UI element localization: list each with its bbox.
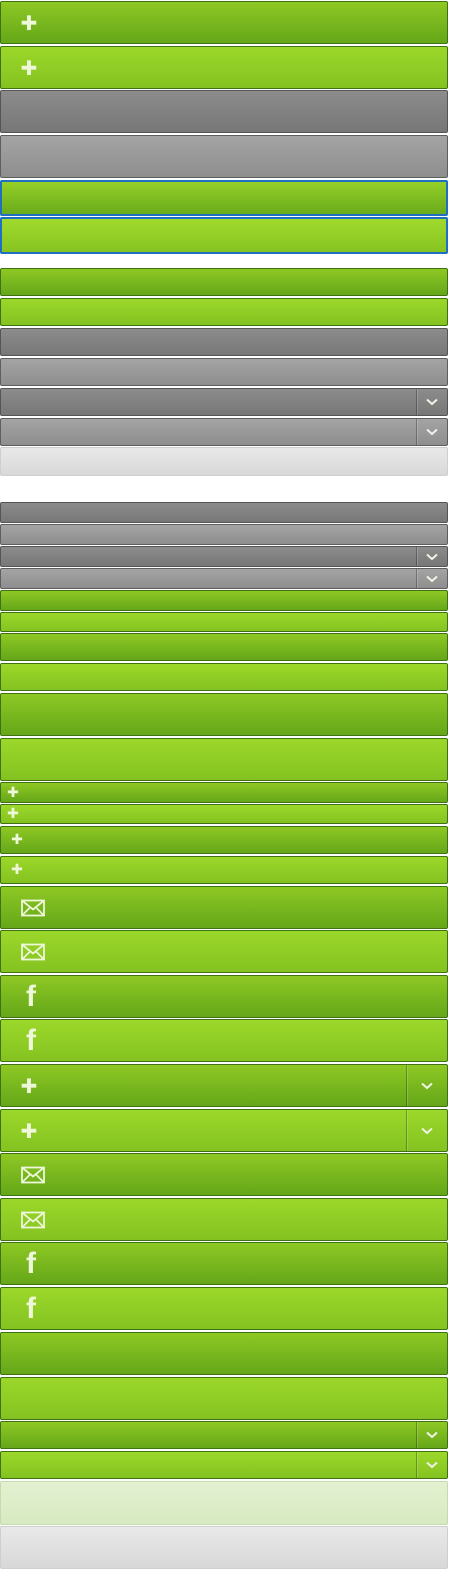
btn-add-mini-1[interactable]: ✚ — [0, 782, 448, 803]
btn-disabled-gray[interactable] — [0, 1526, 448, 1569]
facebook-icon: f — [26, 1246, 36, 1280]
btn-green-large-2[interactable] — [0, 738, 448, 781]
plus-icon: ✚ — [20, 10, 38, 35]
btn-gray-dropdown-2[interactable] — [0, 418, 448, 446]
btn-disabled-1[interactable] — [0, 447, 448, 476]
btn-green-large-1[interactable] — [0, 693, 448, 736]
btn-gray-2[interactable] — [0, 135, 448, 178]
facebook-icon: f — [26, 979, 36, 1013]
mail-icon — [21, 1166, 45, 1183]
mail-icon — [21, 1211, 45, 1228]
dropdown-toggle[interactable] — [416, 1422, 447, 1448]
btn-gray-mini-dropdown-1[interactable] — [0, 546, 448, 567]
chevron-down-icon — [426, 393, 438, 411]
plus-icon: ✚ — [7, 806, 19, 822]
btn-facebook-3[interactable]: f — [0, 1242, 448, 1285]
btn-green-dropdown-1[interactable] — [0, 1421, 448, 1449]
plus-icon: ✚ — [20, 55, 38, 80]
btn-mail-2[interactable] — [0, 930, 448, 973]
plus-icon: ✚ — [20, 1118, 38, 1143]
dropdown-toggle[interactable] — [416, 547, 447, 566]
btn-green-mini-1[interactable] — [0, 590, 448, 611]
btn-gray-mini-2[interactable] — [0, 524, 448, 545]
mail-icon — [21, 943, 45, 960]
mail-icon — [21, 899, 45, 916]
btn-facebook-1[interactable]: f — [0, 975, 448, 1018]
chevron-down-icon — [426, 570, 438, 588]
btn-gray-dropdown-1[interactable] — [0, 388, 448, 416]
btn-facebook-4[interactable]: f — [0, 1287, 448, 1330]
chevron-down-icon — [421, 1122, 433, 1140]
btn-add-mini-2[interactable]: ✚ — [0, 804, 448, 824]
plus-icon: ✚ — [7, 784, 19, 801]
button-gallery: ✚ ✚ ✚ ✚ ✚ ✚ f f ✚ ✚ f f — [0, 0, 450, 1582]
plus-icon: ✚ — [20, 1073, 38, 1098]
dropdown-toggle[interactable] — [416, 1452, 447, 1478]
btn-green-3[interactable] — [0, 633, 448, 661]
dropdown-toggle[interactable] — [416, 419, 447, 445]
btn-green-2[interactable] — [0, 298, 448, 326]
btn-add-1[interactable]: ✚ — [0, 1, 448, 44]
dropdown-toggle[interactable] — [416, 389, 447, 415]
btn-add-dropdown-2[interactable]: ✚ — [0, 1109, 448, 1152]
btn-disabled-green[interactable] — [0, 1481, 448, 1525]
btn-mail-1[interactable] — [0, 886, 448, 929]
btn-gray-4[interactable] — [0, 358, 448, 386]
chevron-down-icon — [426, 423, 438, 441]
btn-green-large-3[interactable] — [0, 1332, 448, 1375]
plus-icon: ✚ — [11, 832, 23, 848]
btn-green-dropdown-2[interactable] — [0, 1451, 448, 1479]
facebook-icon: f — [26, 1023, 36, 1057]
btn-focused-1[interactable] — [0, 180, 448, 216]
plus-icon: ✚ — [11, 862, 23, 878]
btn-green-mini-2[interactable] — [0, 612, 448, 632]
chevron-down-icon — [426, 548, 438, 566]
btn-gray-1[interactable] — [0, 90, 448, 133]
btn-green-4[interactable] — [0, 663, 448, 691]
btn-facebook-2[interactable]: f — [0, 1019, 448, 1062]
btn-mail-4[interactable] — [0, 1198, 448, 1241]
btn-gray-mini-1[interactable] — [0, 502, 448, 523]
btn-mail-3[interactable] — [0, 1153, 448, 1196]
btn-gray-mini-dropdown-2[interactable] — [0, 568, 448, 589]
btn-focused-2[interactable] — [0, 217, 448, 254]
btn-add-2[interactable]: ✚ — [0, 46, 448, 89]
facebook-icon: f — [26, 1291, 36, 1325]
dropdown-toggle[interactable] — [416, 569, 447, 588]
chevron-down-icon — [426, 1456, 438, 1474]
btn-green-1[interactable] — [0, 268, 448, 296]
chevron-down-icon — [421, 1077, 433, 1095]
btn-add-dropdown-1[interactable]: ✚ — [0, 1064, 448, 1107]
btn-add-3[interactable]: ✚ — [0, 826, 448, 854]
dropdown-toggle[interactable] — [406, 1065, 447, 1106]
btn-gray-3[interactable] — [0, 328, 448, 356]
dropdown-toggle[interactable] — [406, 1110, 447, 1151]
btn-add-4[interactable]: ✚ — [0, 856, 448, 884]
chevron-down-icon — [426, 1426, 438, 1444]
btn-green-large-4[interactable] — [0, 1377, 448, 1420]
